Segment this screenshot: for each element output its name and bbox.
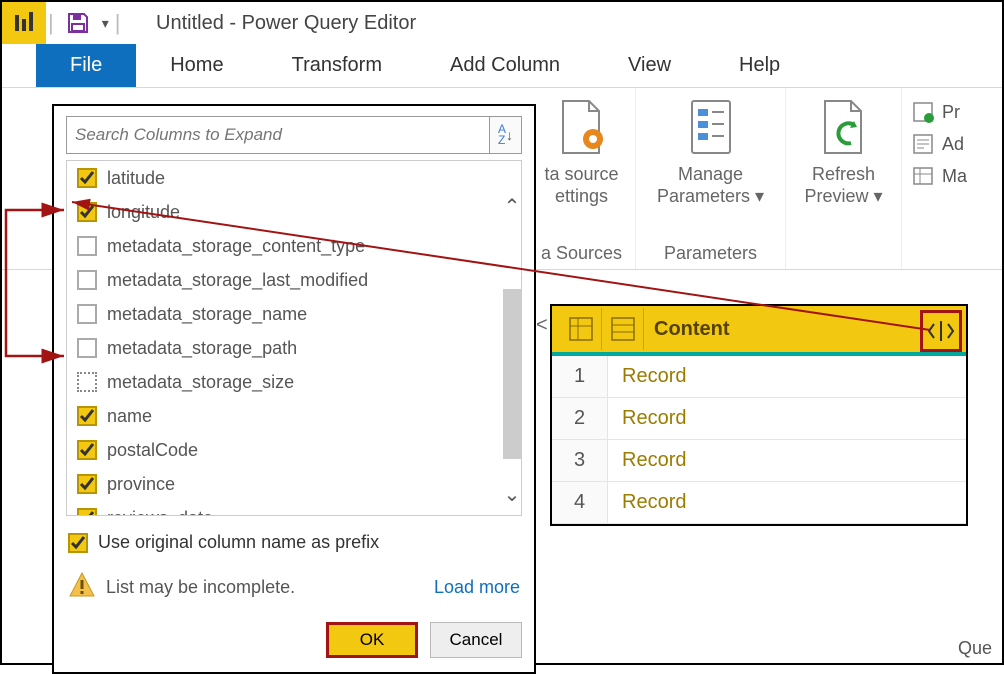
column-checkbox[interactable]	[77, 236, 97, 256]
column-item[interactable]: metadata_storage_path	[67, 331, 499, 365]
prefix-checkbox[interactable]	[68, 533, 88, 553]
expand-column-button[interactable]	[920, 310, 962, 352]
ribbon-tabs: File Home Transform Add Column View Help	[2, 44, 1002, 88]
table-row[interactable]: 1Record	[552, 356, 966, 398]
qat-dropdown-icon[interactable]: ▾	[102, 15, 109, 32]
ribbon-data-source-settings[interactable]: ta source ettings a Sources	[528, 88, 636, 269]
column-checkbox[interactable]	[77, 474, 97, 494]
tab-add-column[interactable]: Add Column	[416, 44, 594, 87]
save-icon[interactable]	[66, 11, 90, 35]
table-row[interactable]: 2Record	[552, 398, 966, 440]
column-label: metadata_storage_last_modified	[107, 270, 368, 291]
column-item[interactable]: longitude	[67, 195, 499, 229]
scrollbar-thumb[interactable]	[503, 289, 521, 459]
column-item[interactable]: name	[67, 399, 499, 433]
tab-help[interactable]: Help	[705, 44, 814, 87]
ribbon-right-group: Pr Ad Ma Que	[902, 88, 1002, 269]
column-checkbox[interactable]	[77, 406, 97, 426]
column-checkbox[interactable]	[77, 270, 97, 290]
column-header-content[interactable]: Content	[644, 318, 730, 341]
column-item[interactable]: metadata_storage_last_modified	[67, 263, 499, 297]
parameters-icon	[681, 96, 741, 158]
sort-az-button[interactable]: AZ↓	[490, 116, 522, 154]
scroll-down-icon[interactable]: ⌄	[503, 479, 521, 509]
column-checkbox[interactable]	[77, 372, 97, 392]
table-row[interactable]: 3Record	[552, 440, 966, 482]
column-checkbox[interactable]	[77, 304, 97, 324]
column-item[interactable]: reviews_date	[67, 501, 499, 516]
warning-icon	[68, 571, 96, 604]
column-checkbox[interactable]	[77, 168, 97, 188]
column-label: latitude	[107, 168, 165, 189]
ok-button[interactable]: OK	[326, 622, 418, 658]
column-label: name	[107, 406, 152, 427]
row-selector-icon[interactable]	[560, 308, 602, 350]
scroll-up-icon[interactable]: ⌃	[503, 191, 521, 221]
data-preview: < Content 1Record 2Record 3Record 4Recor…	[550, 304, 968, 526]
column-item[interactable]: metadata_storage_name	[67, 297, 499, 331]
ribbon-right-footer: Que	[958, 638, 992, 659]
column-type-icon[interactable]	[602, 308, 644, 350]
tab-transform[interactable]: Transform	[258, 44, 416, 87]
expand-columns-popup: AZ↓ ⌃ ⌄ latitude longitude metadata_storag…	[52, 104, 536, 674]
column-label: metadata_storage_path	[107, 338, 297, 359]
column-label: metadata_storage_size	[107, 372, 294, 393]
column-checkbox[interactable]	[77, 202, 97, 222]
prefix-label: Use original column name as prefix	[98, 532, 379, 553]
column-item[interactable]: province	[67, 467, 499, 501]
title-bar: | ▾ | Untitled - Power Query Editor	[2, 2, 1002, 44]
ribbon-refresh-preview[interactable]: Refresh Preview ▾	[786, 88, 902, 269]
gear-document-icon	[552, 96, 612, 158]
tab-view[interactable]: View	[594, 44, 705, 87]
refresh-icon	[814, 96, 874, 158]
column-label: postalCode	[107, 440, 198, 461]
ribbon-properties[interactable]: Pr	[912, 96, 1002, 128]
column-item[interactable]: metadata_storage_content_type	[67, 229, 499, 263]
column-header-row: Content	[552, 306, 966, 356]
warning-text: List may be incomplete.	[106, 577, 295, 598]
app-brand-icon	[2, 2, 46, 44]
load-more-link[interactable]: Load more	[434, 577, 520, 598]
column-label: metadata_storage_name	[107, 304, 307, 325]
column-checkbox[interactable]	[77, 440, 97, 460]
tab-file[interactable]: File	[36, 44, 136, 87]
column-label: reviews_date	[107, 508, 213, 517]
column-label: longitude	[107, 202, 180, 223]
table-row[interactable]: 4Record	[552, 482, 966, 524]
tab-home[interactable]: Home	[136, 44, 257, 87]
separator: |	[48, 10, 54, 36]
column-list: ⌃ ⌄ latitude longitude metadata_storage_co…	[66, 160, 522, 516]
collapse-nav-icon[interactable]: <	[536, 314, 548, 337]
column-checkbox[interactable]	[77, 508, 97, 516]
column-label: province	[107, 474, 175, 495]
ribbon-manage-parameters[interactable]: Manage Parameters ▾ Parameters	[636, 88, 786, 269]
column-item[interactable]: latitude	[67, 161, 499, 195]
ribbon-manage[interactable]: Ma	[912, 160, 1002, 192]
ribbon-advanced-editor[interactable]: Ad	[912, 128, 1002, 160]
column-item[interactable]: metadata_storage_size	[67, 365, 499, 399]
window-title: Untitled - Power Query Editor	[156, 12, 416, 35]
column-label: metadata_storage_content_type	[107, 236, 365, 257]
column-item[interactable]: postalCode	[67, 433, 499, 467]
cancel-button[interactable]: Cancel	[430, 622, 522, 658]
column-checkbox[interactable]	[77, 338, 97, 358]
search-input[interactable]	[66, 116, 490, 154]
